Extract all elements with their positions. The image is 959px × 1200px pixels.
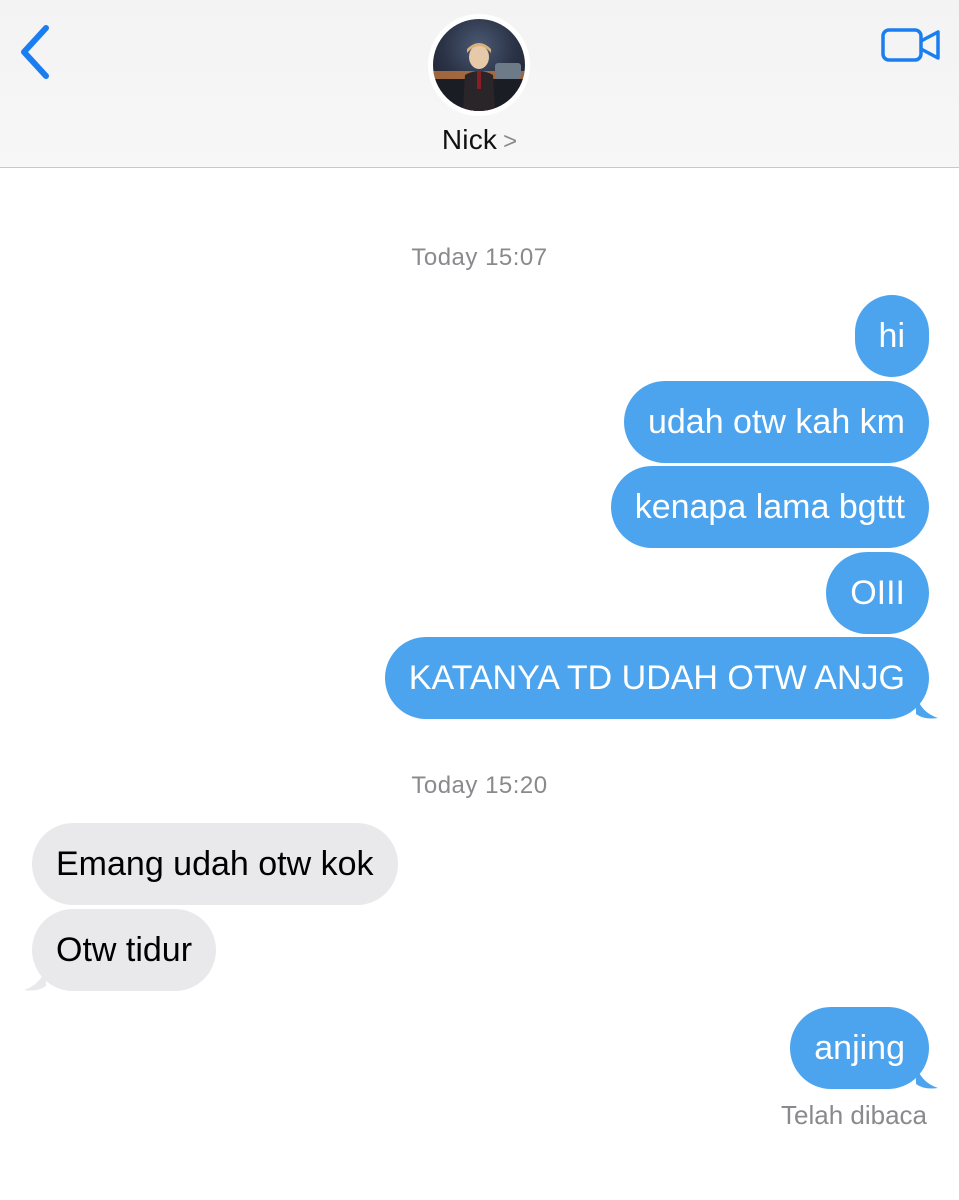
avatar-photo xyxy=(433,19,525,111)
bubble-tail xyxy=(916,694,938,719)
video-camera-icon[interactable] xyxy=(880,24,942,66)
contact-name-button[interactable]: Nick > xyxy=(0,124,959,156)
message-bubble-outgoing[interactable]: hi xyxy=(854,295,929,377)
timestamp: Today 15:07 xyxy=(411,244,548,271)
bubble-tail xyxy=(916,1064,938,1089)
message-bubble-outgoing[interactable]: anjing xyxy=(790,1007,929,1089)
message-bubble-outgoing[interactable]: OIII xyxy=(826,552,929,634)
chevron-right-icon: > xyxy=(503,128,518,155)
message-bubble-incoming[interactable]: Emang udah otw kok xyxy=(32,823,398,905)
message-bubble-outgoing[interactable]: kenapa lama bgttt xyxy=(610,466,929,548)
message-bubble-outgoing[interactable]: KATANYA TD UDAH OTW ANJG xyxy=(384,637,929,719)
contact-name: Nick xyxy=(441,124,498,155)
avatar-image xyxy=(433,43,525,111)
contact-avatar[interactable] xyxy=(428,14,530,116)
bubble-tail xyxy=(24,966,46,991)
chevron-left-icon[interactable] xyxy=(14,22,58,82)
conversation-header: Nick > xyxy=(0,0,959,168)
read-receipt: Telah dibaca xyxy=(781,1100,927,1130)
message-bubble-incoming[interactable]: Otw tidur xyxy=(32,909,217,991)
messages-screen: Nick > Today 15:07 hi udah otw kah km ken… xyxy=(0,0,959,1200)
timestamp: Today 15:20 xyxy=(411,772,548,799)
message-bubble-outgoing[interactable]: udah otw kah km xyxy=(623,381,929,463)
